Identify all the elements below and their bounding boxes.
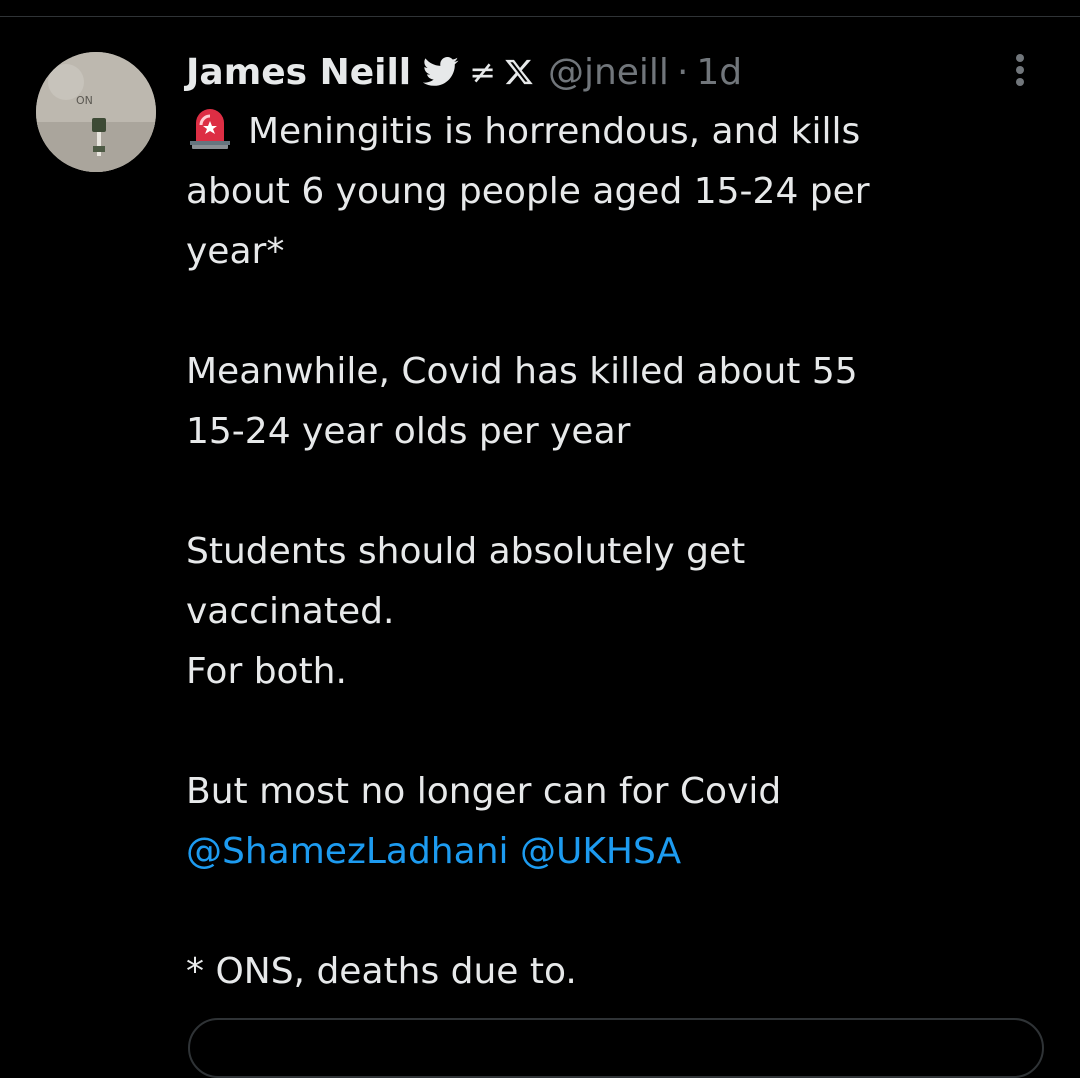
- tweet-line: about 6 young people aged 15-24 per: [186, 171, 870, 212]
- mentions-line: @ShamezLadhani @UKHSA: [186, 822, 1046, 882]
- quoted-card-edge[interactable]: [188, 1018, 1044, 1078]
- tweet-line-text: Meningitis is horrendous, and kills: [248, 111, 861, 152]
- tweet-line: Meanwhile, Covid has killed about 55: [186, 351, 858, 392]
- tweet-timestamp[interactable]: 1d: [696, 52, 742, 93]
- tweet-line: year*: [186, 231, 285, 272]
- more-options-icon: [1016, 54, 1024, 86]
- mention-shamezladhani[interactable]: @ShamezLadhani: [186, 831, 509, 872]
- avatar-text: ON: [76, 94, 93, 107]
- tweet-line: Meningitis is horrendous, and kills: [186, 102, 1046, 162]
- tweet-line: But most no longer can for Covid: [186, 771, 782, 812]
- author-handle[interactable]: @jneill: [548, 52, 669, 93]
- police-car-light-emoji: [186, 103, 234, 151]
- tweet-header: James Neill ≠ @jneill · 1d: [186, 46, 742, 98]
- twitter-bird-icon: [423, 57, 459, 87]
- separator-dot: ·: [676, 51, 689, 93]
- tweet-line: * ONS, deaths due to.: [186, 951, 577, 992]
- tweet-line: For both.: [186, 651, 347, 692]
- avatar[interactable]: ON: [36, 52, 156, 172]
- tweet-text: Meningitis is horrendous, and kills abou…: [186, 102, 1046, 1002]
- tweet-line: 15-24 year olds per year: [186, 411, 631, 452]
- tweet-line: Students should absolutely get: [186, 531, 746, 572]
- tweet-line: vaccinated.: [186, 591, 395, 632]
- not-equal-symbol: ≠: [469, 53, 496, 91]
- author-name[interactable]: James Neill: [186, 52, 411, 93]
- mention-ukhsa[interactable]: @UKHSA: [520, 831, 681, 872]
- more-options-button[interactable]: [1000, 46, 1040, 94]
- top-divider: [0, 16, 1080, 17]
- x-logo-icon: [504, 57, 534, 87]
